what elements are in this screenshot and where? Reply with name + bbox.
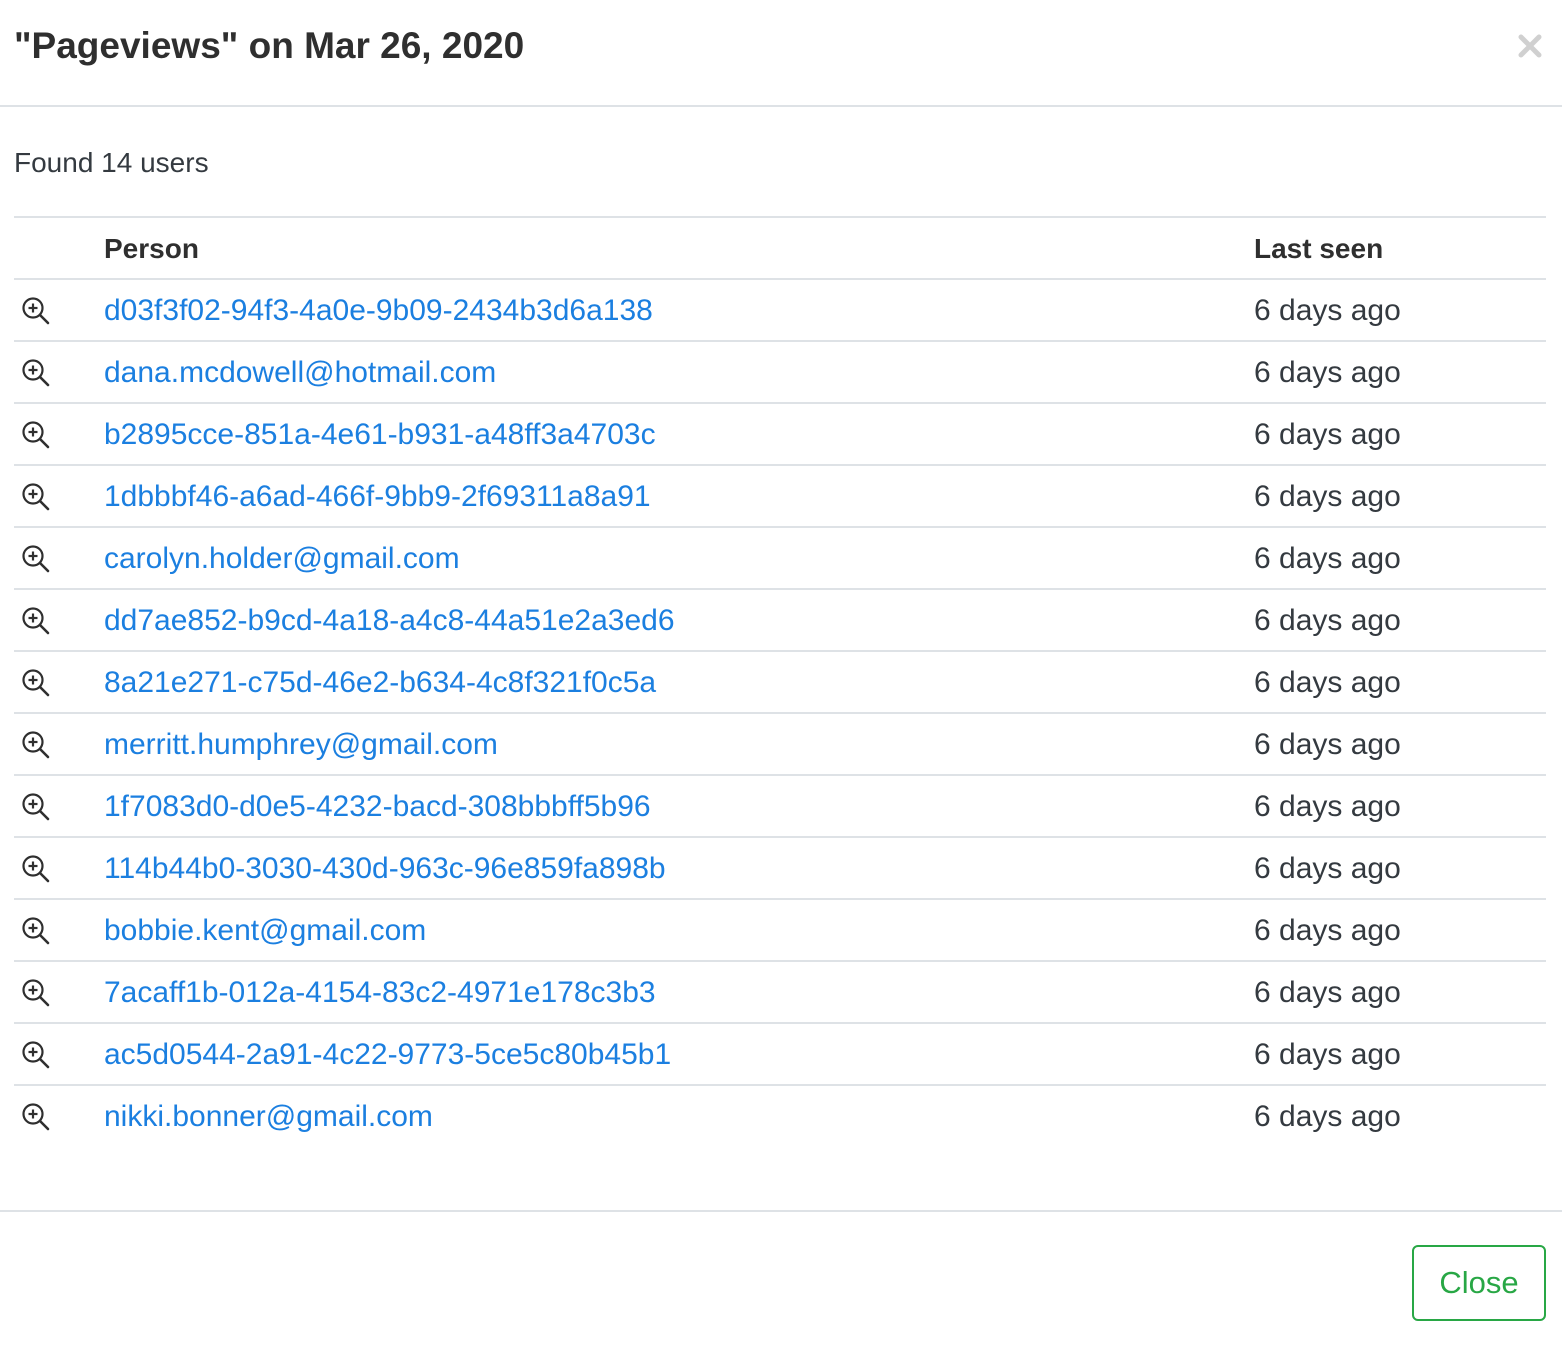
last-seen-value: 6 days ago: [1254, 976, 1401, 1009]
last-seen-value: 6 days ago: [1254, 480, 1401, 513]
person-link[interactable]: dana.mcdowell@hotmail.com: [104, 356, 496, 390]
found-users-count: Found 14 users: [14, 147, 209, 178]
zoom-in-icon[interactable]: [20, 543, 52, 575]
person-link[interactable]: 7acaff1b-012a-4154-83c2-4971e178c3b3: [104, 976, 656, 1010]
person-link[interactable]: bobbie.kent@gmail.com: [104, 914, 426, 948]
zoom-in-icon[interactable]: [20, 915, 52, 947]
person-link[interactable]: d03f3f02-94f3-4a0e-9b09-2434b3d6a138: [104, 294, 653, 328]
users-table: Person Last seen d03f3f02-94f3-4a0e-9b09…: [14, 216, 1546, 1148]
last-seen-value: 6 days ago: [1254, 294, 1401, 327]
last-seen-value: 6 days ago: [1254, 1038, 1401, 1071]
zoom-in-icon[interactable]: [20, 791, 52, 823]
last-seen-value: 6 days ago: [1254, 418, 1401, 451]
close-x-icon[interactable]: [1512, 28, 1548, 64]
modal-footer: Close: [0, 1210, 1562, 1346]
person-link[interactable]: b2895cce-851a-4e61-b931-a48ff3a4703c: [104, 418, 656, 452]
table-row: 1f7083d0-d0e5-4232-bacd-308bbbff5b96 6 da…: [14, 776, 1546, 838]
modal-header: "Pageviews" on Mar 26, 2020: [0, 0, 1562, 107]
last-seen-value: 6 days ago: [1254, 666, 1401, 699]
table-row: 1dbbbf46-a6ad-466f-9bb9-2f69311a8a91 6 da…: [14, 466, 1546, 528]
last-seen-value: 6 days ago: [1254, 852, 1401, 885]
zoom-in-icon[interactable]: [20, 1039, 52, 1071]
zoom-in-icon[interactable]: [20, 605, 52, 637]
last-seen-value: 6 days ago: [1254, 356, 1401, 389]
table-row: bobbie.kent@gmail.com 6 days ago: [14, 900, 1546, 962]
zoom-in-icon[interactable]: [20, 853, 52, 885]
person-link[interactable]: carolyn.holder@gmail.com: [104, 542, 460, 576]
table-row: b2895cce-851a-4e61-b931-a48ff3a4703c 6 da…: [14, 404, 1546, 466]
last-seen-value: 6 days ago: [1254, 728, 1401, 761]
person-link[interactable]: ac5d0544-2a91-4c22-9773-5ce5c80b45b1: [104, 1038, 671, 1072]
person-link[interactable]: nikki.bonner@gmail.com: [104, 1100, 433, 1134]
person-link[interactable]: 1f7083d0-d0e5-4232-bacd-308bbbff5b96: [104, 790, 651, 824]
person-link[interactable]: 114b44b0-3030-430d-963c-96e859fa898b: [104, 852, 666, 886]
zoom-in-icon[interactable]: [20, 357, 52, 389]
person-link[interactable]: dd7ae852-b9cd-4a18-a4c8-44a51e2a3ed6: [104, 604, 675, 638]
zoom-in-icon[interactable]: [20, 419, 52, 451]
last-seen-value: 6 days ago: [1254, 542, 1401, 575]
table-row: carolyn.holder@gmail.com 6 days ago: [14, 528, 1546, 590]
zoom-in-icon[interactable]: [20, 667, 52, 699]
modal-title: "Pageviews" on Mar 26, 2020: [14, 25, 525, 66]
last-seen-value: 6 days ago: [1254, 914, 1401, 947]
table-row: dana.mcdowell@hotmail.com 6 days ago: [14, 342, 1546, 404]
zoom-in-icon[interactable]: [20, 295, 52, 327]
zoom-in-icon[interactable]: [20, 977, 52, 1009]
table-row: ac5d0544-2a91-4c22-9773-5ce5c80b45b1 6 da…: [14, 1024, 1546, 1086]
person-link[interactable]: 8a21e271-c75d-46e2-b634-4c8f321f0c5a: [104, 666, 656, 700]
table-row: 114b44b0-3030-430d-963c-96e859fa898b 6 da…: [14, 838, 1546, 900]
table-row: 7acaff1b-012a-4154-83c2-4971e178c3b3 6 da…: [14, 962, 1546, 1024]
table-row: dd7ae852-b9cd-4a18-a4c8-44a51e2a3ed6 6 da…: [14, 590, 1546, 652]
table-row: nikki.bonner@gmail.com 6 days ago: [14, 1086, 1546, 1148]
table-row: d03f3f02-94f3-4a0e-9b09-2434b3d6a138 6 da…: [14, 280, 1546, 342]
column-header-person: Person: [104, 233, 199, 264]
zoom-in-icon[interactable]: [20, 1101, 52, 1133]
zoom-in-icon[interactable]: [20, 481, 52, 513]
last-seen-value: 6 days ago: [1254, 790, 1401, 823]
table-row: 8a21e271-c75d-46e2-b634-4c8f321f0c5a 6 da…: [14, 652, 1546, 714]
zoom-in-icon[interactable]: [20, 729, 52, 761]
table-body: d03f3f02-94f3-4a0e-9b09-2434b3d6a138 6 da…: [14, 280, 1546, 1148]
column-header-last-seen: Last seen: [1254, 233, 1384, 264]
close-button[interactable]: Close: [1412, 1245, 1546, 1321]
person-link[interactable]: 1dbbbf46-a6ad-466f-9bb9-2f69311a8a91: [104, 480, 651, 514]
person-link[interactable]: merritt.humphrey@gmail.com: [104, 728, 498, 762]
last-seen-value: 6 days ago: [1254, 1100, 1401, 1133]
people-modal: "Pageviews" on Mar 26, 2020 Found 14 use…: [0, 0, 1562, 1346]
last-seen-value: 6 days ago: [1254, 604, 1401, 637]
table-header-row: Person Last seen: [14, 218, 1546, 280]
table-row: merritt.humphrey@gmail.com 6 days ago: [14, 714, 1546, 776]
